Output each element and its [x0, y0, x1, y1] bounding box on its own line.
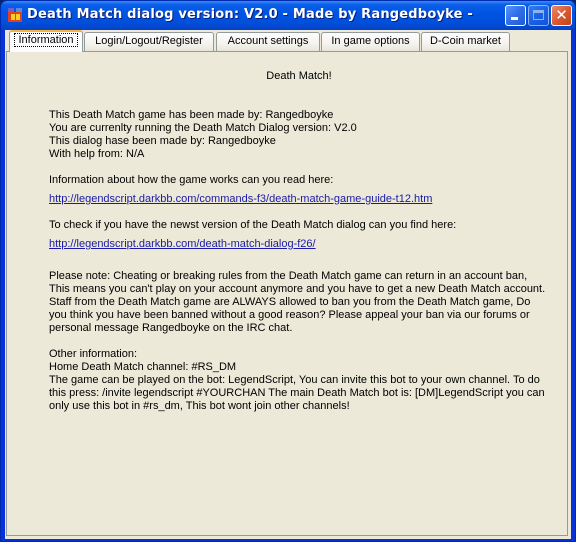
credit-line: With help from: N/A [49, 148, 145, 160]
tab-label: D-Coin market [430, 35, 501, 47]
information-content: Death Match! This Death Match game has b… [49, 70, 549, 413]
home-channel: Home Death Match channel: #RS_DM [49, 361, 237, 373]
credit-line: This Death Match game has been made by: … [49, 109, 334, 121]
minimize-icon [511, 17, 518, 20]
info-heading: Death Match! [266, 70, 332, 82]
credit-line: This dialog hase been made by: Rangedboy… [49, 135, 276, 147]
title-bar[interactable]: Death Match dialog version: V2.0 - Made … [1, 1, 575, 30]
close-icon: ✕ [555, 6, 568, 24]
close-button[interactable]: ✕ [551, 5, 572, 26]
tab-label: Account settings [227, 35, 309, 47]
guide-link[interactable]: http://legendscript.darkbb.com/commands-… [49, 193, 432, 205]
ban-note: Please note: Cheating or breaking rules … [49, 270, 546, 334]
bot-info: The game can be played on the bot: Legen… [49, 374, 545, 412]
tab-label: In game options [331, 35, 410, 47]
tab-information[interactable]: Information [9, 30, 83, 52]
credit-line: You are currenlty running the Death Matc… [49, 122, 357, 134]
information-panel: Death Match! This Death Match game has b… [6, 51, 568, 536]
window-title: Death Match dialog version: V2.0 - Made … [27, 7, 473, 22]
other-info-heading: Other information: [49, 348, 138, 360]
maximize-button [528, 5, 549, 26]
tab-login-logout-register[interactable]: Login/Logout/Register [84, 32, 214, 51]
guide-text: Information about how the game works can… [49, 174, 334, 186]
tab-in-game-options[interactable]: In game options [321, 32, 420, 51]
minimize-button[interactable] [505, 5, 526, 26]
dialog-window: Death Match dialog version: V2.0 - Made … [0, 0, 576, 542]
tab-strip: Information Login/Logout/Register Accoun… [5, 30, 571, 52]
maximize-icon [533, 10, 544, 20]
tab-account-settings[interactable]: Account settings [216, 32, 320, 51]
client-area: Information Login/Logout/Register Accoun… [5, 30, 571, 539]
version-link[interactable]: http://legendscript.darkbb.com/death-mat… [49, 238, 316, 250]
tab-label: Information [14, 33, 78, 47]
tab-label: Login/Logout/Register [95, 35, 203, 47]
tab-d-coin-market[interactable]: D-Coin market [421, 32, 510, 51]
version-text: To check if you have the newst version o… [49, 219, 457, 231]
app-icon[interactable] [7, 7, 23, 23]
